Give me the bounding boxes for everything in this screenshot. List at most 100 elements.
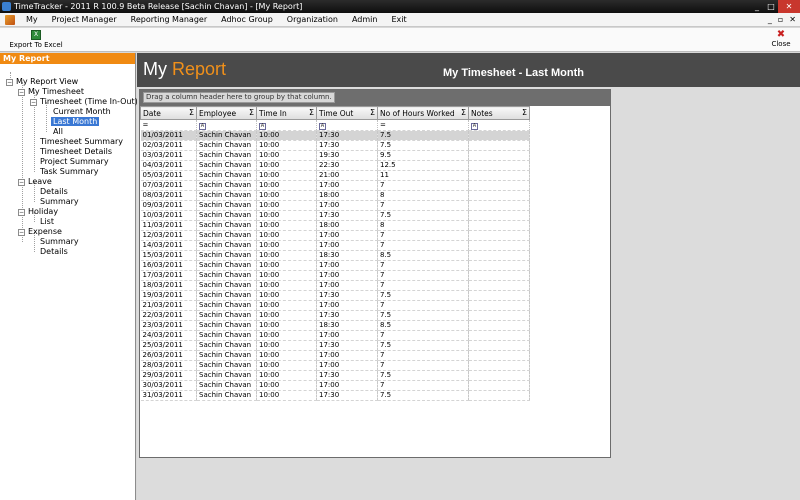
tree-expense-details[interactable]: Details <box>40 247 68 257</box>
cell-hours-worked: 7 <box>377 380 469 391</box>
tree-last-month[interactable]: Last Month <box>51 117 100 127</box>
tree-leave[interactable]: − Leave <box>18 177 52 187</box>
table-row[interactable]: 16/03/2011 Sachin Chavan 10:00 17:00 7 <box>140 260 530 271</box>
sum-icon[interactable]: Σ <box>370 108 375 117</box>
cell-employee: Sachin Chavan <box>196 130 257 141</box>
table-row[interactable]: 15/03/2011 Sachin Chavan 10:00 18:30 8.5 <box>140 250 530 261</box>
collapse-icon[interactable]: − <box>18 89 25 96</box>
collapse-icon[interactable]: − <box>18 209 25 216</box>
filter-cell-time-in[interactable]: A <box>256 119 317 131</box>
menu-exit[interactable]: Exit <box>384 13 413 27</box>
sum-icon[interactable]: Σ <box>189 108 194 117</box>
table-row[interactable]: 02/03/2011 Sachin Chavan 10:00 17:30 7.5 <box>140 140 530 151</box>
table-row[interactable]: 08/03/2011 Sachin Chavan 10:00 18:00 8 <box>140 190 530 201</box>
cell-hours-worked: 7.5 <box>377 370 469 381</box>
table-row[interactable]: 26/03/2011 Sachin Chavan 10:00 17:00 7 <box>140 350 530 361</box>
collapse-icon[interactable]: − <box>18 229 25 236</box>
menu-admin[interactable]: Admin <box>345 13 385 27</box>
mdi-restore-icon[interactable]: ▫ <box>778 13 783 27</box>
group-by-panel[interactable]: Drag a column header here to group by th… <box>140 90 610 106</box>
tree-project-summary[interactable]: Project Summary <box>40 157 109 167</box>
sum-icon[interactable]: Σ <box>249 108 254 117</box>
table-row[interactable]: 12/03/2011 Sachin Chavan 10:00 17:00 7 <box>140 230 530 241</box>
sum-icon[interactable]: Σ <box>522 108 527 117</box>
table-row[interactable]: 24/03/2011 Sachin Chavan 10:00 17:00 7 <box>140 330 530 341</box>
export-to-excel-button[interactable]: X Export To Excel <box>8 30 64 49</box>
close-button[interactable]: ✖ Close <box>768 30 794 49</box>
sum-icon[interactable]: Σ <box>461 108 466 117</box>
tree-leave-details[interactable]: Details <box>40 187 68 197</box>
tree-timesheet-details[interactable]: Timesheet Details <box>40 147 112 157</box>
column-header-hours-worked[interactable]: No of Hours Worked Σ <box>377 106 469 120</box>
table-row[interactable]: 09/03/2011 Sachin Chavan 10:00 17:00 7 <box>140 200 530 211</box>
cell-time-in: 10:00 <box>256 250 317 261</box>
filter-cell-notes[interactable]: A <box>468 119 530 131</box>
column-header-time-in[interactable]: Time In Σ <box>256 106 317 120</box>
tree-timesheet-time-in-out[interactable]: − Timesheet (Time In-Out) <box>30 97 138 107</box>
table-row[interactable]: 05/03/2011 Sachin Chavan 10:00 21:00 11 <box>140 170 530 181</box>
table-row[interactable]: 21/03/2011 Sachin Chavan 10:00 17:00 7 <box>140 300 530 311</box>
menu-reporting-manager[interactable]: Reporting Manager <box>124 13 215 27</box>
filter-cell-time-out[interactable]: A <box>316 119 378 131</box>
tree-expense[interactable]: − Expense <box>18 227 62 237</box>
table-row[interactable]: 23/03/2011 Sachin Chavan 10:00 18:30 8.5 <box>140 320 530 331</box>
minimize-icon[interactable]: _ <box>750 0 764 13</box>
table-row[interactable]: 31/03/2011 Sachin Chavan 10:00 17:30 7.5 <box>140 390 530 401</box>
column-header-notes[interactable]: Notes Σ <box>468 106 530 120</box>
window-close-icon[interactable]: ✕ <box>778 0 800 13</box>
column-header-time-out[interactable]: Time Out Σ <box>316 106 378 120</box>
table-row[interactable]: 11/03/2011 Sachin Chavan 10:00 18:00 8 <box>140 220 530 231</box>
menu-adhoc-group[interactable]: Adhoc Group <box>214 13 280 27</box>
tree-current-month[interactable]: Current Month <box>53 107 111 117</box>
mdi-close-icon[interactable]: ✕ <box>789 13 796 27</box>
tree-timesheet-summary[interactable]: Timesheet Summary <box>40 137 123 147</box>
cell-employee: Sachin Chavan <box>196 390 257 401</box>
tree-leave-summary[interactable]: Summary <box>40 197 79 207</box>
table-row[interactable]: 29/03/2011 Sachin Chavan 10:00 17:30 7.5 <box>140 370 530 381</box>
filter-icon[interactable]: A <box>199 122 206 130</box>
menu-project-manager[interactable]: Project Manager <box>45 13 124 27</box>
filter-cell-employee[interactable]: A <box>196 119 257 131</box>
column-header-employee[interactable]: Employee Σ <box>196 106 257 120</box>
table-row[interactable]: 25/03/2011 Sachin Chavan 10:00 17:30 7.5 <box>140 340 530 351</box>
table-row[interactable]: 14/03/2011 Sachin Chavan 10:00 17:00 7 <box>140 240 530 251</box>
table-row[interactable]: 30/03/2011 Sachin Chavan 10:00 17:00 7 <box>140 380 530 391</box>
menu-organization[interactable]: Organization <box>280 13 345 27</box>
table-row[interactable]: 18/03/2011 Sachin Chavan 10:00 17:00 7 <box>140 280 530 291</box>
table-row[interactable]: 28/03/2011 Sachin Chavan 10:00 17:00 7 <box>140 360 530 371</box>
sum-icon[interactable]: Σ <box>309 108 314 117</box>
cell-employee: Sachin Chavan <box>196 380 257 391</box>
cell-employee: Sachin Chavan <box>196 180 257 191</box>
menu-my[interactable]: My <box>19 13 45 27</box>
tree-my-timesheet[interactable]: − My Timesheet <box>18 87 84 97</box>
tree-expense-summary[interactable]: Summary <box>40 237 79 247</box>
menu-app-icon[interactable] <box>5 14 15 25</box>
tree-all[interactable]: All <box>53 127 63 137</box>
tree-task-summary[interactable]: Task Summary <box>40 167 98 177</box>
collapse-icon[interactable]: − <box>6 79 13 86</box>
table-row[interactable]: 03/03/2011 Sachin Chavan 10:00 19:30 9.5 <box>140 150 530 161</box>
cell-notes <box>468 250 530 261</box>
tree-holiday[interactable]: − Holiday <box>18 207 58 217</box>
table-row[interactable]: 17/03/2011 Sachin Chavan 10:00 17:00 7 <box>140 270 530 281</box>
collapse-icon[interactable]: − <box>30 99 37 106</box>
cell-hours-worked: 7 <box>377 240 469 251</box>
table-row[interactable]: 04/03/2011 Sachin Chavan 10:00 22:30 12.5 <box>140 160 530 171</box>
tree-holiday-list[interactable]: List <box>40 217 54 227</box>
filter-icon[interactable]: A <box>259 122 266 130</box>
tree-my-report-view[interactable]: − My Report View <box>6 77 78 87</box>
table-row[interactable]: 19/03/2011 Sachin Chavan 10:00 17:30 7.5 <box>140 290 530 301</box>
table-row[interactable]: 07/03/2011 Sachin Chavan 10:00 17:00 7 <box>140 180 530 191</box>
mdi-minimize-icon[interactable]: _ <box>768 13 772 27</box>
maximize-icon[interactable]: □ <box>764 0 778 13</box>
filter-cell-date[interactable]: = <box>140 119 197 131</box>
collapse-icon[interactable]: − <box>18 179 25 186</box>
table-row[interactable]: 22/03/2011 Sachin Chavan 10:00 17:30 7.5 <box>140 310 530 321</box>
cell-date: 12/03/2011 <box>140 230 197 241</box>
table-row[interactable]: 01/03/2011 Sachin Chavan 10:00 17:30 7.5 <box>140 130 530 141</box>
filter-cell-hours-worked[interactable]: = <box>377 119 469 131</box>
filter-icon[interactable]: A <box>319 122 326 130</box>
column-header-date[interactable]: Date Σ <box>140 106 197 120</box>
filter-icon[interactable]: A <box>471 122 478 130</box>
table-row[interactable]: 10/03/2011 Sachin Chavan 10:00 17:30 7.5 <box>140 210 530 221</box>
